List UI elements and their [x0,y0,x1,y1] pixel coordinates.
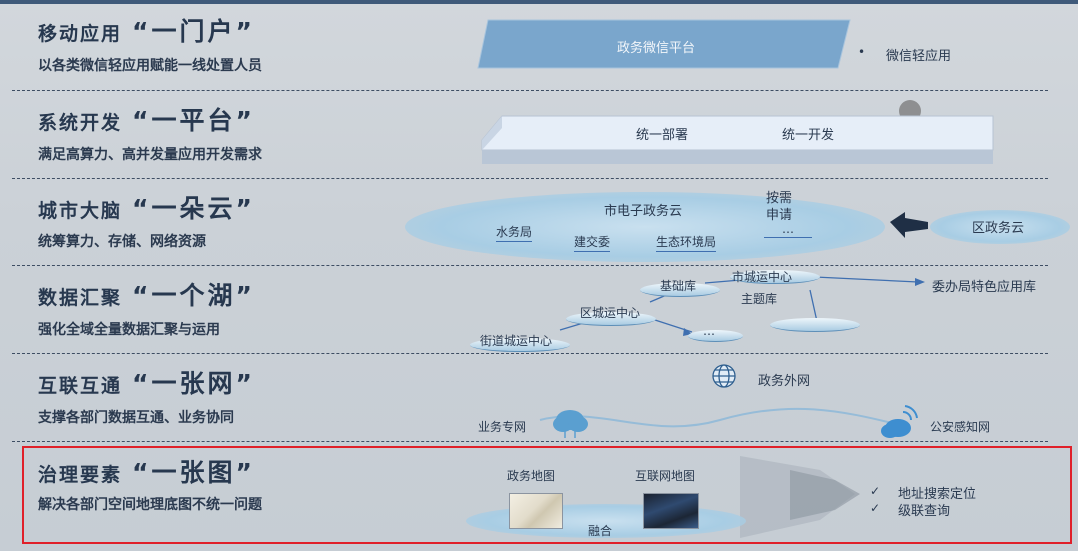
topic-disc [770,318,860,332]
ellipsis-disc [688,330,743,342]
network-wave [539,407,901,428]
district-cloud-label: 区政务云 [972,221,1025,236]
city-center-label: 市城运中心 [732,270,793,284]
wechat-app-label: 微信轻应用 [886,49,952,64]
fusion-label: 融合 [588,524,613,538]
check-icon: ✓ [870,501,881,515]
business-net-label: 业务专网 [478,420,527,434]
cloud-network-icon [553,410,588,438]
gov-extranet-label: 政务外网 [758,374,811,389]
platform-slab-front [482,150,993,164]
gov-map-thumbnail [509,493,563,529]
wechat-platform-label: 政务微信平台 [617,41,696,56]
lake-link [814,276,919,283]
internet-map-label: 互联网地图 [635,469,696,483]
water-bureau-label: 水务局 [496,223,533,242]
on-demand-ellipsis: … [764,222,812,238]
ecology-bureau-label: 生态环境局 [656,233,717,252]
globe-icon [712,364,736,388]
unified-develop-label: 统一开发 [782,128,835,143]
bureau-db-label: 委办局特色应用库 [932,280,1037,295]
platform-slab-top [481,115,994,151]
gov-map-label: 政务地图 [507,469,556,483]
topic-db-label: 主题库 [741,292,778,306]
bullet-icon: • [858,45,866,59]
check-icon: ✓ [870,484,881,498]
city-egov-cloud-label: 市电子政务云 [604,204,683,219]
unified-deploy-label: 统一部署 [636,128,689,143]
lake-ellipsis: … [703,324,715,338]
on-demand-label-2: 申请 [766,208,793,223]
internet-map-thumbnail [643,493,699,529]
arrow-left-icon [890,212,928,238]
feature-cascade-query: 级联查询 [898,504,951,519]
district-center-label: 区城运中心 [580,306,641,320]
base-db-label: 基础库 [660,279,697,293]
street-center-label: 街道城运中心 [480,334,553,348]
arrow-right-icon [915,278,925,286]
construction-committee-label: 建交委 [574,233,611,252]
police-net-label: 公安感知网 [930,420,991,434]
